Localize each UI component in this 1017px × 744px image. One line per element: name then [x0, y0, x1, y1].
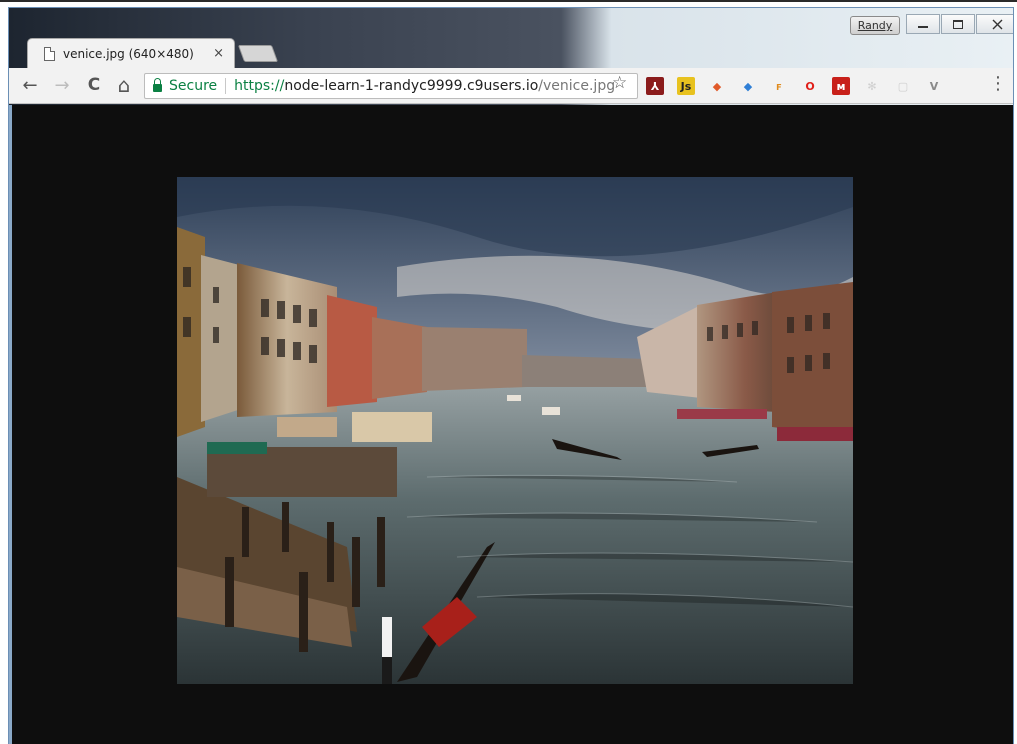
omnibox-separator — [225, 78, 227, 94]
window-left-edge — [9, 105, 12, 744]
address-bar[interactable]: Secure https://node-learn-1-randyc9999.c… — [144, 73, 638, 99]
minimize-button[interactable] — [906, 14, 940, 34]
window-controls — [906, 14, 1013, 34]
image-viewer — [9, 105, 1013, 744]
new-tab-button[interactable] — [237, 45, 279, 62]
close-icon — [992, 19, 1002, 29]
js-icon[interactable]: Js — [677, 77, 695, 95]
opera-icon[interactable]: O — [801, 77, 819, 95]
top-rule — [0, 0, 1017, 2]
url-host: node-learn-1-randyc9999.c9users.io — [284, 78, 539, 94]
secure-label: Secure — [169, 78, 218, 94]
page-icon — [44, 46, 55, 61]
color-picker-icon[interactable]: ◆ — [708, 77, 726, 95]
venice-canal-image — [177, 177, 853, 684]
minimize-icon — [918, 26, 928, 28]
reload-button[interactable]: C — [83, 74, 105, 96]
tab-close-icon[interactable]: × — [213, 46, 224, 61]
venice-photo[interactable] — [177, 177, 853, 684]
toolbar: ← → C ⌂ Secure https://node-learn-1-rand… — [9, 68, 1013, 104]
react-icon[interactable]: ✻ — [863, 77, 881, 95]
profile-button[interactable]: Randy — [850, 16, 900, 35]
url-scheme: https:// — [234, 78, 285, 94]
restore-button[interactable] — [941, 14, 975, 34]
tab-venice[interactable]: venice.jpg (640×480) × — [27, 38, 235, 68]
mega-icon[interactable]: ᴍ — [832, 77, 850, 95]
tab-title: venice.jpg (640×480) — [63, 46, 194, 61]
lock-icon — [153, 78, 162, 92]
restore-icon — [953, 19, 963, 29]
bookmark-star-icon[interactable]: ☆ — [612, 73, 627, 93]
menu-icon[interactable]: ⋮ — [989, 75, 1007, 93]
vue-icon[interactable]: V — [925, 77, 943, 95]
url-path: /venice.jpg — [538, 78, 616, 94]
forward-button[interactable]: → — [51, 74, 73, 96]
acrobat-icon[interactable]: ⅄ — [646, 77, 664, 95]
graduation-cap-icon[interactable]: ◆ — [739, 77, 757, 95]
hammer-icon[interactable]: ꜰ — [770, 77, 788, 95]
back-button[interactable]: ← — [19, 74, 41, 96]
home-button[interactable]: ⌂ — [113, 73, 135, 97]
close-window-button[interactable] — [976, 14, 1013, 34]
title-bar[interactable]: Randy venice.jpg (640×480) × — [9, 8, 1013, 68]
browser-window: Randy venice.jpg (640×480) × ← → C ⌂ Sec… — [8, 7, 1014, 744]
square-ext-icon[interactable]: ▢ — [894, 77, 912, 95]
